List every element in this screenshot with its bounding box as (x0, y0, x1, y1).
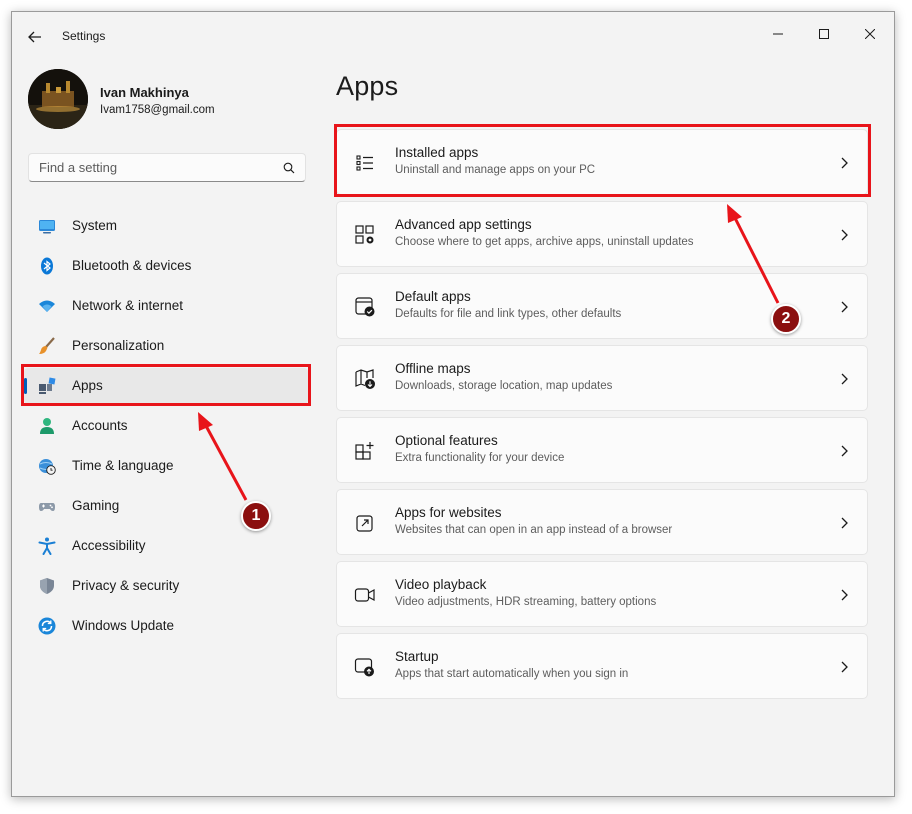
arrowhead-step-1 (198, 412, 213, 431)
step-1-badge: 1 (241, 501, 271, 531)
arrow-step-2 (732, 215, 780, 304)
step-2-badge: 2 (771, 304, 801, 334)
arrowhead-step-2 (727, 204, 742, 223)
annotation-arrows (198, 204, 780, 501)
settings-window: Settings Ivan Makhinya Ivam1758@gmail.co… (11, 11, 895, 797)
arrow-step-1 (203, 423, 248, 501)
